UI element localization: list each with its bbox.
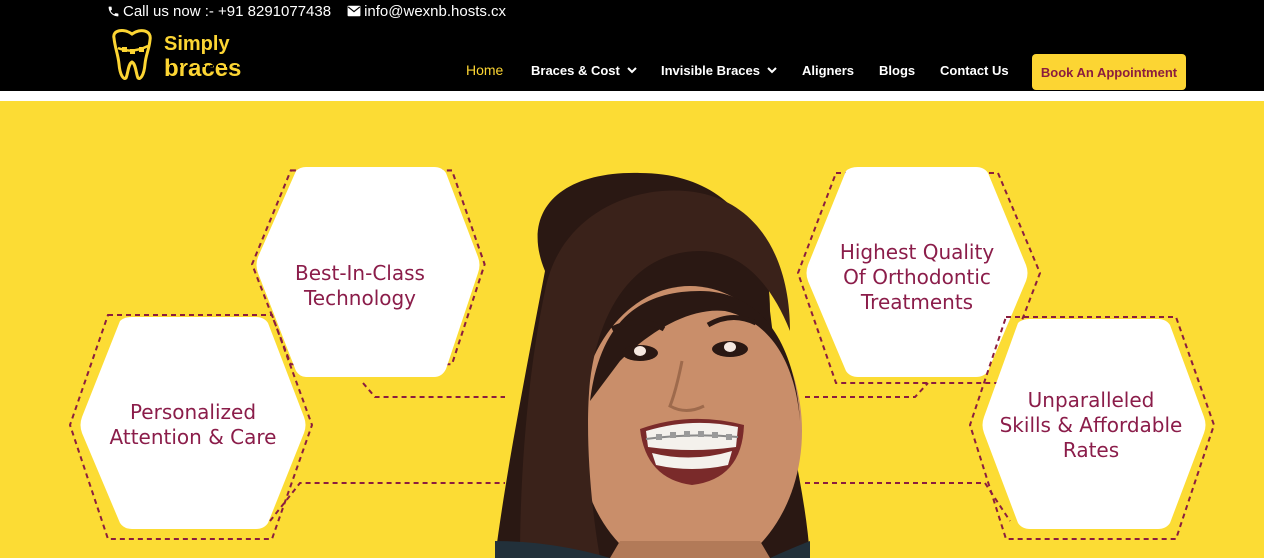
feature-personalized: Personalized Attention & Care bbox=[109, 400, 277, 449]
contact-bar: Call us now :- +91 8291077438 info@wexnb… bbox=[106, 0, 506, 22]
chevron-down-icon bbox=[767, 65, 777, 75]
nav-invisible-braces-label: Invisible Braces bbox=[661, 62, 760, 78]
nav-aligners[interactable]: Aligners bbox=[802, 52, 854, 88]
nav-home-label: Home bbox=[466, 62, 504, 78]
phone-icon bbox=[106, 4, 120, 18]
phone-text: Call us now :- +91 8291077438 bbox=[123, 2, 332, 20]
chevron-down-icon bbox=[627, 65, 637, 75]
smiling-girl-with-braces bbox=[495, 172, 810, 558]
feature-highest-quality: Highest Quality Of Orthodontic Treatment… bbox=[839, 240, 995, 314]
email-link[interactable]: info@wexnb.hosts.cx bbox=[347, 3, 506, 20]
nav-blogs[interactable]: Blogs bbox=[879, 52, 915, 88]
email-text: info@wexnb.hosts.cx bbox=[364, 2, 507, 20]
nav-aligners-label: Aligners bbox=[802, 62, 855, 78]
nav-invisible-braces[interactable]: Invisible Braces bbox=[661, 52, 777, 88]
book-appointment-label: Book An Appointment bbox=[1040, 64, 1178, 80]
feature-best-in-class: Best-In-Class Technology bbox=[295, 261, 425, 310]
hero-banner: Best-In-Class Technology Personalized At… bbox=[0, 101, 1264, 558]
book-appointment-button[interactable]: Book An Appointment bbox=[1032, 54, 1186, 90]
nav-blogs-label: Blogs bbox=[879, 62, 916, 78]
envelope-icon bbox=[347, 4, 361, 18]
nav-contact-us[interactable]: Contact Us bbox=[940, 52, 1009, 88]
nav-home[interactable]: Home bbox=[466, 52, 503, 88]
nav-braces-cost[interactable]: Braces & Cost bbox=[531, 52, 637, 88]
phone-link[interactable]: Call us now :- +91 8291077438 bbox=[106, 3, 331, 20]
nav-contact-us-label: Contact Us bbox=[940, 62, 1009, 78]
nav-braces-cost-label: Braces & Cost bbox=[531, 62, 620, 78]
feature-unparalleled: Unparalleled Skills & Affordable Rates bbox=[999, 388, 1183, 462]
hero-decoration bbox=[68, 167, 1216, 558]
site-header: Call us now :- +91 8291077438 info@wexnb… bbox=[0, 0, 1264, 91]
